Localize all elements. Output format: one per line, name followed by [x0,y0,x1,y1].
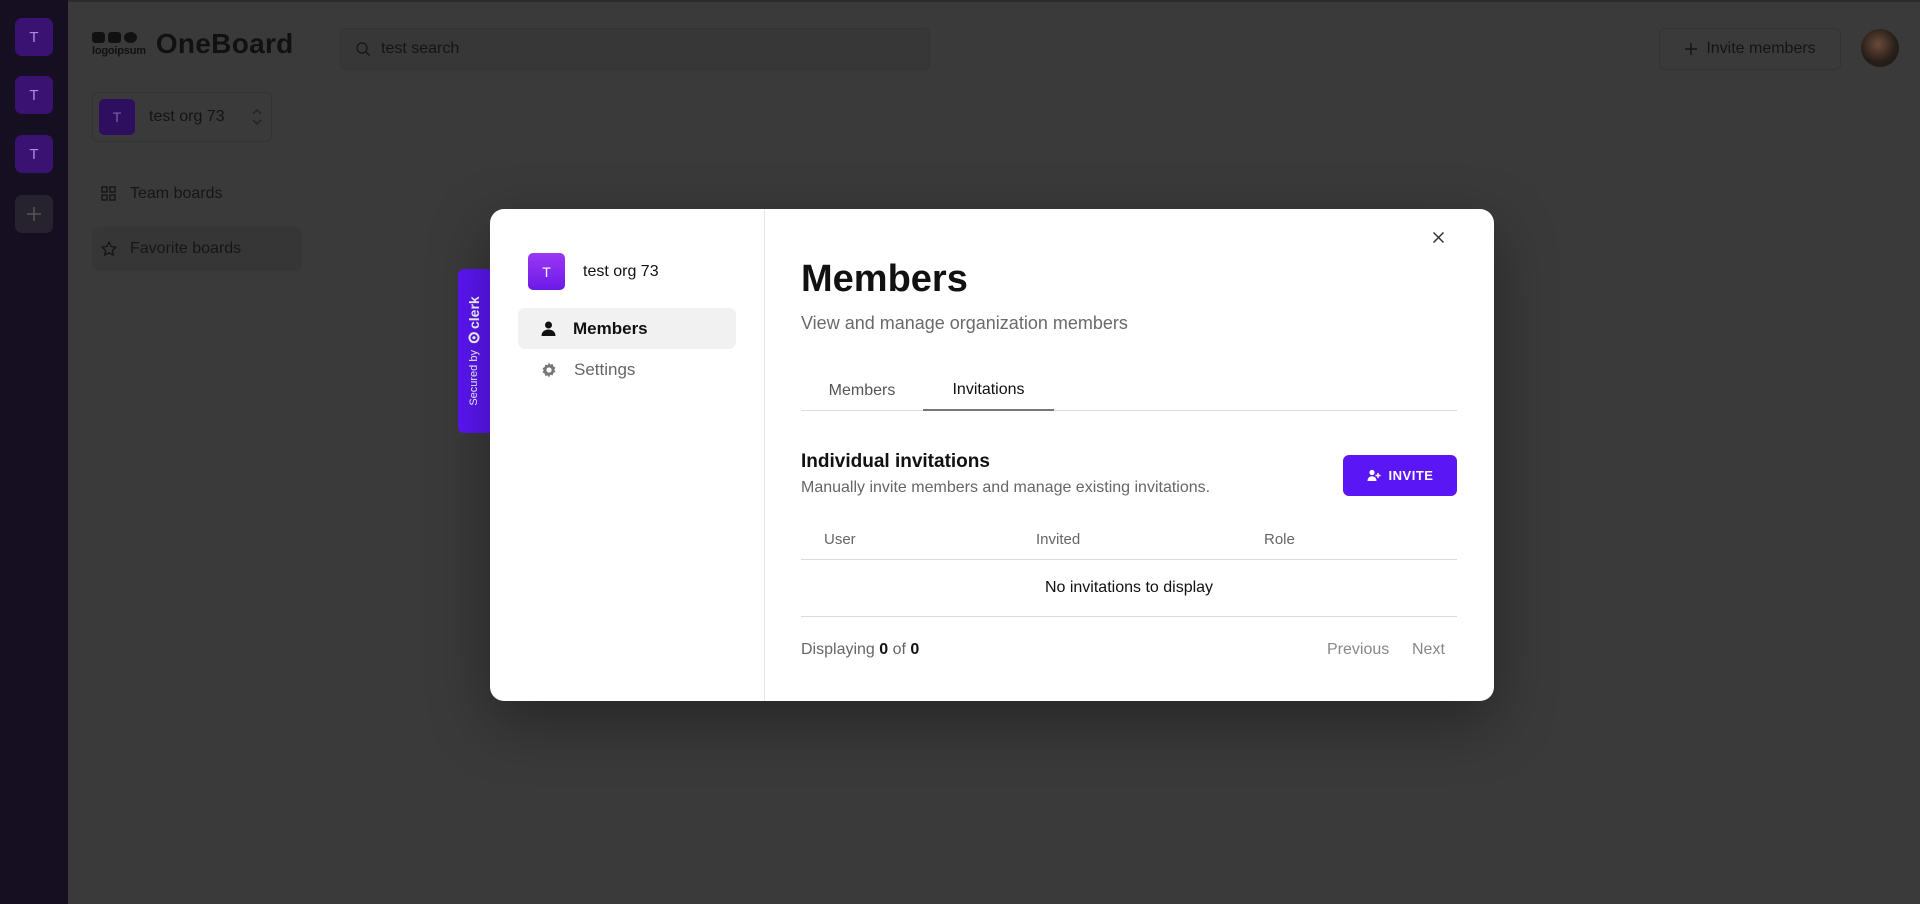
pagination: Displaying 0 of 0 Previous Next [801,630,1457,670]
grid-icon [101,186,116,201]
modal-nav-settings[interactable]: Settings [518,349,736,390]
workspace-rail: T T T [0,0,68,904]
invite-members-label: Invite members [1706,40,1816,57]
modal-main: Members View and manage organization mem… [801,209,1457,701]
org-badge: T [99,99,135,135]
section-title: Individual invitations [801,451,990,472]
gear-icon [542,362,556,377]
person-icon [541,321,556,336]
modal-nav-members[interactable]: Members [518,308,736,349]
avatar[interactable] [1861,29,1899,67]
logo-mark: logoipsum [92,31,146,57]
nav-team-boards[interactable]: Team boards [92,172,302,216]
clerk-brand: clerk [466,296,482,330]
organization-profile-modal: T test org 73 Members Settings Members V… [490,209,1494,701]
tab-members[interactable]: Members [801,371,923,411]
plus-icon [27,207,41,221]
pagination-summary: Displaying 0 of 0 [801,641,920,658]
page-title: Members [801,258,968,300]
nav-label: Settings [574,359,636,379]
search-input[interactable]: test search [340,28,930,70]
org-avatar: T [528,253,565,290]
rail-org-1[interactable]: T [15,18,53,56]
brand-name: OneBoard [155,28,294,59]
modal-sidebar: T test org 73 Members Settings [490,209,765,701]
search-value: test search [381,40,460,57]
org-name: test org 73 [583,262,659,280]
total-count: 0 [910,641,920,658]
modal-org-header: T test org 73 [528,253,659,290]
column-invited: Invited [1036,531,1081,548]
star-icon [101,241,117,256]
clerk-logo: clerk [466,296,482,344]
table-header: User Invited Role [801,518,1457,560]
invite-button[interactable]: INVITE [1343,455,1457,496]
invite-members-button[interactable]: Invite members [1659,28,1841,70]
tab-bar: Members Invitations [801,371,1457,411]
shown-count: 0 [879,641,889,658]
clerk-secured-badge[interactable]: Secured by clerk [458,269,490,433]
invite-label: INVITE [1388,468,1434,483]
secured-by-label: Secured by [468,350,480,406]
column-user: User [824,531,856,548]
org-switcher[interactable]: T test org 73 [92,92,272,142]
nav-favorite-boards[interactable]: Favorite boards [92,227,302,271]
tab-invitations[interactable]: Invitations [923,371,1054,411]
next-button[interactable]: Next [1412,641,1445,659]
logo[interactable]: logoipsum OneBoard [92,28,294,60]
clerk-icon [468,332,480,344]
empty-table-message: No invitations to display [801,560,1457,617]
nav-label: Favorite boards [130,240,242,257]
org-name: test org 73 [149,108,225,125]
column-role: Role [1264,531,1295,548]
rail-org-2[interactable]: T [15,76,53,114]
nav-label: Team boards [130,185,223,202]
previous-button[interactable]: Previous [1327,641,1389,659]
section-description: Manually invite members and manage exist… [801,479,1211,496]
page-subtitle: View and manage organization members [801,313,1128,333]
chevron-up-down-icon [252,109,262,125]
nav-label: Members [573,318,648,338]
add-org-button[interactable] [15,195,53,233]
rail-org-3[interactable]: T [15,135,53,173]
search-icon [356,42,370,56]
add-user-icon [1367,469,1381,481]
logo-text: logoipsum [92,44,146,57]
plus-icon [1685,43,1698,55]
